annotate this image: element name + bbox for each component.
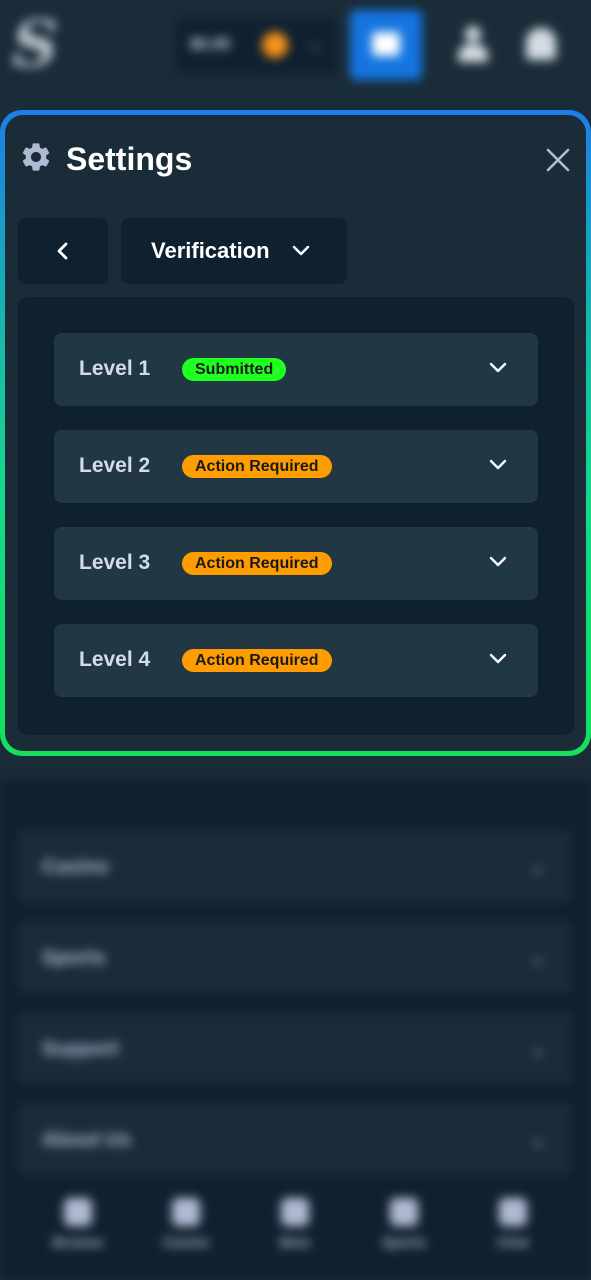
chevron-down-icon (489, 362, 507, 373)
status-badge: Action Required (182, 649, 332, 672)
chevron-down-icon: ⌄ (529, 1129, 546, 1151)
sports-icon (390, 1198, 418, 1226)
nav-label: Chat (497, 1234, 529, 1250)
back-button[interactable] (18, 218, 108, 284)
status-badge: Action Required (182, 552, 332, 575)
level-row-2[interactable]: Level 2 Action Required (54, 430, 538, 503)
verification-levels-panel: Level 1 Submitted Level 2 Action Require… (18, 297, 574, 735)
bets-icon (281, 1198, 309, 1226)
level-label: Level 4 (79, 648, 151, 671)
nav-label: Sports (381, 1234, 427, 1250)
bell-icon[interactable] (526, 28, 556, 60)
chat-icon (499, 1198, 527, 1226)
nav-label: Bets (279, 1234, 311, 1250)
background-menu: Casino ⌄ Sports ⌄ Support ⌄ About Us ⌄ (0, 780, 591, 1180)
wallet-button[interactable] (350, 10, 422, 80)
coin-icon (262, 32, 288, 58)
nav-sports[interactable]: Sports (364, 1198, 444, 1250)
menu-row-label: Support (42, 1038, 119, 1060)
chevron-down-icon (292, 245, 310, 256)
chevron-left-icon (57, 242, 68, 260)
nav-label: Casino (162, 1234, 210, 1250)
level-row-1[interactable]: Level 1 Submitted (54, 333, 538, 406)
top-bar: S $0.00 ⌄ (0, 0, 591, 90)
section-dropdown-label: Verification (151, 238, 270, 263)
close-icon[interactable] (541, 143, 575, 177)
settings-modal-frame: Settings Verification Level 1 Submitted (0, 110, 591, 756)
wallet-selector[interactable]: $0.00 ⌄ (176, 18, 338, 74)
chevron-down-icon: ⌄ (308, 36, 322, 53)
menu-row-label: Casino (42, 856, 109, 878)
menu-row-label: About Us (42, 1129, 131, 1151)
level-label: Level 2 (79, 454, 151, 477)
status-badge: Submitted (182, 358, 287, 381)
section-dropdown[interactable]: Verification (121, 218, 347, 284)
chevron-down-icon: ⌄ (529, 1038, 546, 1060)
chevron-down-icon: ⌄ (529, 947, 546, 969)
user-icon-head (465, 26, 481, 42)
page-title: Settings (66, 141, 193, 177)
level-label: Level 3 (79, 551, 151, 574)
nav-casino[interactable]: Casino (146, 1198, 226, 1250)
menu-row-casino[interactable]: Casino ⌄ (18, 830, 572, 902)
site-logo[interactable]: S (12, 8, 62, 82)
wallet-icon (372, 32, 400, 56)
nav-browse[interactable]: Browse (38, 1198, 118, 1250)
menu-row-about-us[interactable]: About Us ⌄ (18, 1103, 572, 1175)
chevron-down-icon (489, 556, 507, 567)
settings-modal: Settings Verification Level 1 Submitted (5, 115, 586, 751)
level-label: Level 1 (79, 357, 151, 380)
wallet-balance: $0.00 (190, 36, 231, 53)
menu-row-support[interactable]: Support ⌄ (18, 1012, 572, 1084)
nav-bets[interactable]: Bets (255, 1198, 335, 1250)
bottom-nav: Browse Casino Bets Sports Chat (0, 1178, 591, 1280)
browse-icon (64, 1198, 92, 1226)
menu-row-label: Sports (42, 947, 106, 969)
menu-row-sports[interactable]: Sports ⌄ (18, 921, 572, 993)
status-badge: Action Required (182, 455, 332, 478)
user-icon[interactable] (456, 24, 490, 64)
chevron-down-icon (489, 459, 507, 470)
chevron-down-icon: ⌄ (529, 856, 546, 878)
level-row-3[interactable]: Level 3 Action Required (54, 527, 538, 600)
chevron-down-icon (489, 653, 507, 664)
gear-icon (19, 140, 53, 174)
user-icon-body (458, 44, 488, 62)
nav-chat[interactable]: Chat (473, 1198, 553, 1250)
casino-icon (172, 1198, 200, 1226)
nav-label: Browse (52, 1234, 104, 1250)
level-row-4[interactable]: Level 4 Action Required (54, 624, 538, 697)
